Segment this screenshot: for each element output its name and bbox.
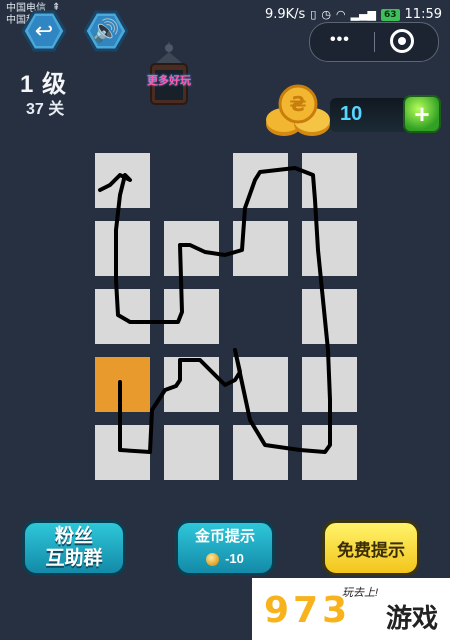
coin-hint-label: 金币提示 xyxy=(194,528,255,545)
coin-icon xyxy=(206,552,220,566)
coin-cost: -10 xyxy=(225,551,244,566)
watermark-number: 973 xyxy=(264,590,352,631)
grid-cell[interactable] xyxy=(233,221,288,276)
free-hint-label: 免费提示 xyxy=(337,540,405,560)
grid-cell[interactable] xyxy=(302,357,357,412)
fans-group-button[interactable]: 粉丝 互助群 xyxy=(22,520,126,576)
grid-cell[interactable] xyxy=(302,221,357,276)
grid-cell[interactable] xyxy=(95,289,150,344)
coin-cost-row: -10 xyxy=(206,550,244,568)
grid-cell[interactable] xyxy=(164,425,219,480)
grid-cell[interactable] xyxy=(233,153,288,208)
grid-cell[interactable] xyxy=(164,221,219,276)
grid-cell[interactable] xyxy=(302,425,357,480)
watermark-slogan: 玩去上! xyxy=(342,587,379,599)
grid-cell[interactable] xyxy=(302,289,357,344)
grid-cell[interactable] xyxy=(95,221,150,276)
grid-cell[interactable] xyxy=(164,357,219,412)
free-hint-button[interactable]: 免费提示 xyxy=(322,520,420,576)
grid-cell[interactable] xyxy=(95,153,150,208)
start-cell[interactable] xyxy=(95,357,150,412)
fans-label-2: 互助群 xyxy=(45,548,103,569)
watermark: 973 玩去上! 游戏 xyxy=(252,578,450,640)
fans-label-1: 粉丝 xyxy=(54,526,93,547)
grid-cell[interactable] xyxy=(95,425,150,480)
grid-cell[interactable] xyxy=(233,425,288,480)
coin-hint-button[interactable]: 金币提示 -10 xyxy=(175,520,275,576)
watermark-game: 游戏 xyxy=(386,603,439,633)
grid-cell[interactable] xyxy=(302,153,357,208)
grid-cell[interactable] xyxy=(164,289,219,344)
grid-cell[interactable] xyxy=(233,357,288,412)
